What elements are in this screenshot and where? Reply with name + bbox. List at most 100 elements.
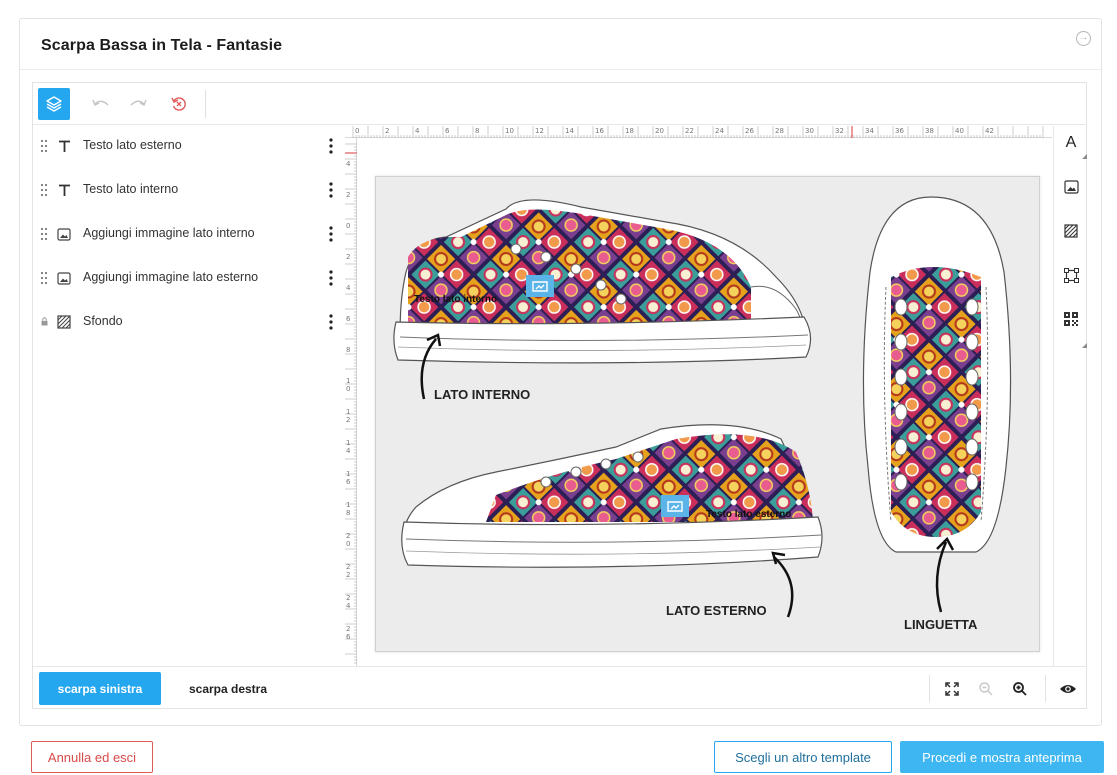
eye-icon [1060,685,1076,693]
redo-button[interactable] [122,88,154,120]
editor-bottom-bar: scarpa sinistra scarpa destra [33,666,1086,709]
ruler-vertical: 4 2 0 2 4 6 8 10 12 14 16 18 20 22 24 26 [345,138,357,666]
proceed-preview-button[interactable]: Procedi e mostra anteprima [900,741,1104,773]
ruler-label: 18 [346,501,351,517]
text-icon [56,182,72,198]
submenu-indicator [1082,343,1087,348]
inner-text-placeholder[interactable]: Testo lato interno [414,294,497,305]
ruler-label: 8 [346,346,351,354]
tab-left-shoe[interactable]: scarpa sinistra [39,672,161,705]
ruler-label: 6 [445,127,450,135]
fit-to-screen-button[interactable] [941,678,963,700]
ruler-label: 0 [355,127,360,135]
layer-name: Testo lato esterno [83,138,182,152]
drag-handle-icon[interactable] [40,183,48,197]
ruler-label: 34 [865,127,874,135]
ruler-label: 38 [925,127,934,135]
background-tool-icon [1064,224,1078,238]
add-text-button[interactable]: A [1060,132,1087,159]
ruler-label: 10 [346,377,351,393]
add-background-button[interactable] [1060,220,1082,242]
image-icon [56,226,72,242]
cancel-exit-button[interactable]: Annulla ed esci [31,741,153,773]
ruler-label: 8 [475,127,480,135]
header-divider [20,69,1101,70]
text-tool-icon: A [1065,134,1077,151]
add-qrcode-button[interactable] [1060,308,1087,348]
more-options-icon[interactable] [328,181,334,199]
layers-button[interactable] [38,88,70,120]
tab-right-shoe[interactable]: scarpa destra [173,672,283,705]
ruler-label: 12 [346,408,351,424]
reset-button[interactable] [163,88,195,120]
zoom-out-icon [979,682,993,696]
more-options-icon[interactable] [328,313,334,331]
insert-tools: A [1053,126,1087,666]
ruler-label: 2 [385,127,390,135]
more-options-icon[interactable] [328,225,334,243]
ruler-label: 22 [685,127,694,135]
toolbar-divider [205,90,206,118]
canvas-area: Testo lato interno LATO INTERNO Testo la… [358,139,1052,665]
ruler-label: 16 [595,127,604,135]
drag-handle-icon[interactable] [40,271,48,285]
outer-text-placeholder[interactable]: Testo lato esterno [706,509,791,520]
add-shape-button[interactable] [1060,264,1082,286]
add-image-button[interactable] [1060,176,1082,198]
ruler-label: 4 [415,127,420,135]
shoe-template: Testo lato interno LATO INTERNO Testo la… [393,196,1012,632]
qrcode-icon [1064,312,1078,326]
editor-card: Scarpa Bassa in Tela - Fantasie → Testo … [19,18,1102,726]
zoom-out-button[interactable] [975,678,997,700]
ruler-label: 20 [346,532,351,548]
layers-panel: Testo lato esterno Testo lato interno Ag… [33,126,345,666]
ruler-label: 2 [346,253,351,261]
page-title: Scarpa Bassa in Tela - Fantasie [41,37,283,54]
redo-icon [130,99,147,106]
ruler-ticks [352,126,1044,138]
ruler-label: 24 [715,127,724,135]
ruler-label: 0 [346,222,351,230]
design-editor: Testo lato esterno Testo lato interno Ag… [32,82,1087,709]
ruler-label: 42 [985,127,994,135]
ruler-label: 2 [346,191,351,199]
layer-name: Sfondo [83,314,123,328]
layer-item[interactable]: Testo lato esterno [33,130,345,162]
more-options-icon[interactable] [328,137,334,155]
layer-item[interactable]: Aggiungi immagine lato esterno [33,262,345,294]
ruler-label: 14 [346,439,351,455]
ruler-label: 32 [835,127,844,135]
reset-history-icon [171,97,186,111]
drag-handle-icon[interactable] [40,139,48,153]
artboard[interactable]: Testo lato interno LATO INTERNO Testo la… [375,176,1040,652]
bottom-divider [929,675,930,702]
ruler-label: 6 [346,315,351,323]
ruler-label: 10 [505,127,514,135]
arrow-right-circle-icon[interactable]: → [1076,31,1091,46]
editor-toolbar [33,83,1086,125]
undo-icon [92,99,109,106]
lock-icon [41,317,48,326]
ruler-label: 24 [346,594,351,610]
zoom-in-button[interactable] [1009,678,1031,700]
more-options-icon[interactable] [328,269,334,287]
ruler-ticks [345,143,357,664]
ruler-label: 4 [346,284,351,292]
layer-item[interactable]: Sfondo [33,306,345,338]
ruler-label: 16 [346,470,351,486]
layer-name: Aggiungi immagine lato interno [83,226,255,240]
ruler-label: 36 [895,127,904,135]
drag-handle-icon[interactable] [40,227,48,241]
layer-item[interactable]: Aggiungi immagine lato interno [33,218,345,250]
choose-template-button[interactable]: Scegli un altro template [714,741,892,773]
outer-side-label: LATO ESTERNO [666,603,767,618]
submenu-indicator [1082,154,1087,159]
layer-item[interactable]: Testo lato interno [33,174,345,206]
ruler-label: 12 [535,127,544,135]
preview-button[interactable] [1057,678,1079,700]
ruler-label: 22 [346,563,351,579]
expand-icon [945,682,959,696]
undo-button[interactable] [85,88,117,120]
zoom-in-icon [1013,682,1027,696]
ruler-label: 28 [775,127,784,135]
